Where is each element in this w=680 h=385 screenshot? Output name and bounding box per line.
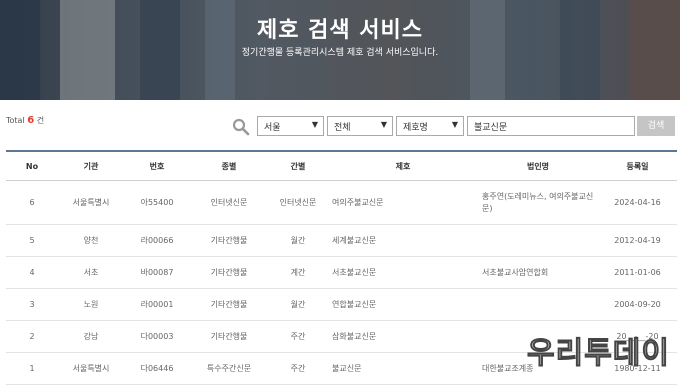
result-total: Total 6 건 [6,115,44,126]
table-row[interactable]: 3 노원 라00001 기타간행물 월간 연합불교신문 2004-09-20 [6,288,677,321]
cell-no: 5 [6,224,58,257]
cell-no: 1 [6,352,58,385]
cell-frequency: 주간 [268,352,328,385]
total-unit: 건 [36,116,45,125]
cell-no: 3 [6,288,58,321]
cell-agency: 노원 [58,288,124,321]
cell-number: 다06446 [124,352,190,385]
cell-type: 특수주간신문 [190,352,268,385]
table-row[interactable]: 6 서울특별시 아55400 인터넷신문 인터넷신문 여의주불교신문 홍주연(도… [6,180,677,225]
cell-frequency: 월간 [268,288,328,321]
col-header-corporation: 법인명 [478,151,598,181]
category-select-value: 전체 [334,123,351,133]
cell-date: 2004-09-20 [598,288,677,321]
cell-title: 세계불교신문 [328,224,478,257]
cell-type: 기타간행물 [190,224,268,257]
cell-corporation [478,224,598,257]
cell-corporation: 홍주연(도레미뉴스, 여의주불교신문) [478,180,598,225]
chevron-down-icon: ▼ [311,120,318,129]
total-label: Total [6,116,25,125]
col-header-number: 번호 [124,151,190,181]
page-title: 제호 검색 서비스 [257,18,423,43]
col-header-frequency: 간별 [268,151,328,181]
cell-number: 라00066 [124,224,190,257]
cell-frequency: 월간 [268,224,328,257]
cell-agency: 양천 [58,224,124,257]
cell-type: 기타간행물 [190,256,268,289]
col-header-date: 등록일 [598,151,677,181]
cell-type: 기타간행물 [190,320,268,353]
page-subtitle: 정기간행물 등록관리시스템 제호 검색 서비스입니다. [241,48,439,58]
cell-agency: 서울특별시 [58,180,124,225]
cell-frequency: 인터넷신문 [268,180,328,225]
chevron-down-icon: ▼ [380,120,387,129]
table-header-row: No 기관 번호 종별 간별 제호 법인명 등록일 [6,151,677,181]
cell-title: 불교신문 [328,352,478,385]
cell-date: 2012-04-19 [598,224,677,257]
col-header-title: 제호 [328,151,478,181]
cell-corporation: 서초불교사암연합회 [478,256,598,289]
field-select[interactable]: 제호명 ▼ [396,116,464,136]
chevron-down-icon: ▼ [451,120,458,129]
watermark-logo: 우리투데이 [527,336,670,372]
cell-agency: 강남 [58,320,124,353]
cell-title: 여의주불교신문 [328,180,478,225]
cell-date: 2011-01-06 [598,256,677,289]
cell-corporation [478,288,598,321]
cell-no: 6 [6,180,58,225]
search-icon [232,118,250,136]
region-select-value: 서울 [264,123,281,133]
table-row[interactable]: 5 양천 라00066 기타간행물 월간 세계불교신문 2012-04-19 [6,224,677,257]
table-row[interactable]: 4 서초 바00087 기타간행물 계간 서초불교신문 서초불교사암연합회 20… [6,256,677,289]
cell-agency: 서울특별시 [58,352,124,385]
cell-no: 2 [6,320,58,353]
total-count: 6 [27,115,35,126]
category-select[interactable]: 전체 ▼ [327,116,393,136]
col-header-no: No [6,151,58,181]
cell-title: 서초불교신문 [328,256,478,289]
cell-number: 라00001 [124,288,190,321]
cell-number: 다00003 [124,320,190,353]
cell-type: 인터넷신문 [190,180,268,225]
region-select[interactable]: 서울 ▼ [257,116,324,136]
search-button[interactable]: 검색 [637,116,675,136]
cell-agency: 서초 [58,256,124,289]
cell-type: 기타간행물 [190,288,268,321]
cell-date: 2024-04-16 [598,180,677,225]
cell-title: 삼화불교신문 [328,320,478,353]
cell-no: 4 [6,256,58,289]
field-select-value: 제호명 [403,123,428,133]
hero-banner: 제호 검색 서비스 정기간행물 등록관리시스템 제호 검색 서비스입니다. [0,0,680,100]
cell-frequency: 계간 [268,256,328,289]
cell-frequency: 주간 [268,320,328,353]
cell-number: 아55400 [124,180,190,225]
keyword-input[interactable]: 불교신문 [467,116,635,136]
col-header-type: 종별 [190,151,268,181]
col-header-agency: 기관 [58,151,124,181]
cell-title: 연합불교신문 [328,288,478,321]
cell-number: 바00087 [124,256,190,289]
